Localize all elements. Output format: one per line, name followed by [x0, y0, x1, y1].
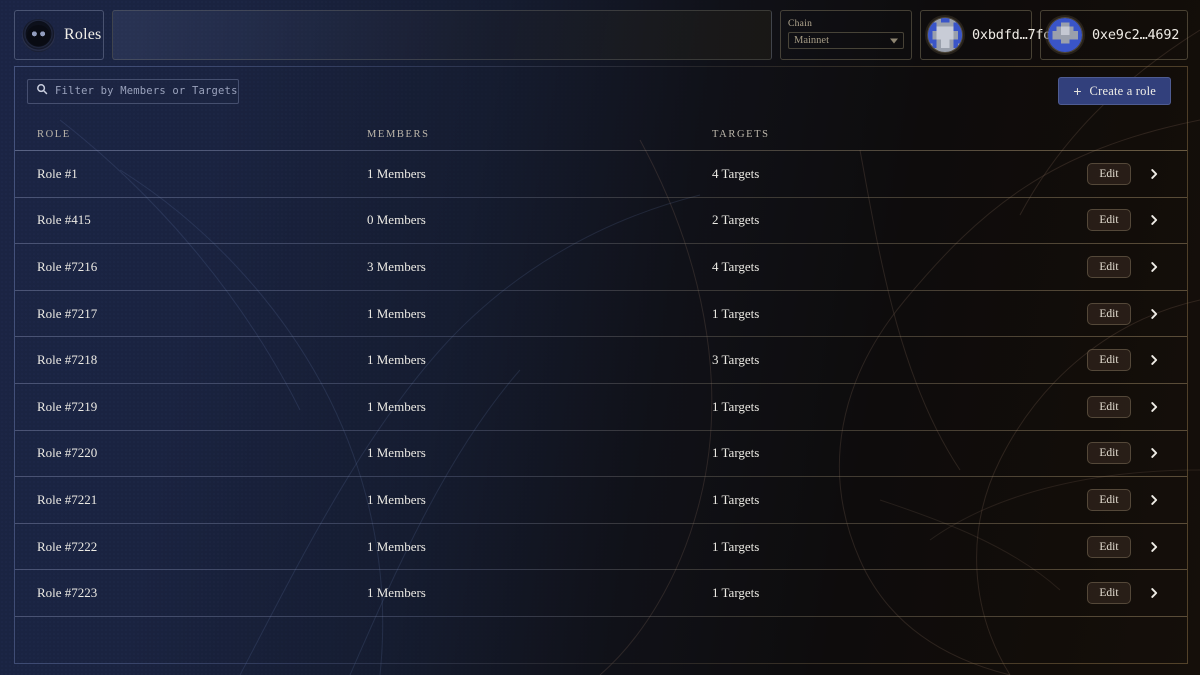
chevron-right-icon[interactable] [1147, 167, 1161, 181]
cell-role-name: Role #7221 [37, 491, 98, 507]
filter-input[interactable]: Filter by Members or Targets [27, 78, 239, 104]
cell-targets-count: 1 Targets [712, 538, 760, 554]
cell-role-name: Role #415 [37, 212, 91, 228]
chevron-right-icon[interactable] [1147, 540, 1161, 554]
cell-members-count: 1 Members [367, 491, 426, 507]
column-header-members: MEMBERS [367, 128, 430, 140]
cell-targets-count: 1 Targets [712, 445, 760, 461]
chevron-right-icon[interactable] [1147, 493, 1161, 507]
top-bar: Roles Chain Mainnet 0xbdfd…7fdc 0xe9c2…4… [14, 10, 1188, 60]
chevron-right-icon[interactable] [1147, 213, 1161, 227]
chevron-right-icon[interactable] [1147, 260, 1161, 274]
cell-targets-count: 1 Targets [712, 398, 760, 414]
roles-panel: Filter by Members or Targets + Create a … [14, 66, 1188, 664]
panel-toolbar: Filter by Members or Targets + Create a … [15, 67, 1187, 115]
table-row[interactable]: Role #7218 1 Members 3 Targets Edit [15, 337, 1187, 384]
brand-label: Roles [64, 26, 102, 43]
cell-members-count: 1 Members [367, 398, 426, 414]
table-header-row: ROLE MEMBERS TARGETS [15, 115, 1187, 151]
edit-button[interactable]: Edit [1087, 582, 1131, 605]
cell-role-name: Role #7220 [37, 445, 98, 461]
blockie-avatar-icon [928, 18, 962, 52]
chain-selector[interactable]: Chain Mainnet [780, 10, 912, 60]
cell-members-count: 1 Members [367, 445, 426, 461]
table-row[interactable]: Role #7217 1 Members 1 Targets Edit [15, 290, 1187, 338]
table-row[interactable]: Role #415 0 Members 2 Targets Edit [15, 197, 1187, 245]
cell-targets-count: 2 Targets [712, 212, 760, 228]
cell-targets-count: 1 Targets [712, 305, 760, 321]
cell-members-count: 3 Members [367, 258, 426, 274]
cell-targets-count: 4 Targets [712, 165, 760, 181]
chain-select-value: Mainnet [794, 35, 829, 47]
omnibar-input[interactable] [112, 10, 772, 60]
edit-button[interactable]: Edit [1087, 302, 1131, 325]
chevron-right-icon[interactable] [1147, 586, 1161, 600]
cell-role-name: Role #1 [37, 165, 78, 181]
create-role-label: Create a role [1089, 83, 1156, 98]
edit-button[interactable]: Edit [1087, 162, 1131, 185]
cell-targets-count: 1 Targets [712, 491, 760, 507]
table-row[interactable]: Role #7223 1 Members 1 Targets Edit [15, 570, 1187, 617]
cell-role-name: Role #7218 [37, 352, 98, 368]
chain-select[interactable]: Mainnet [788, 32, 904, 50]
edit-button[interactable]: Edit [1087, 442, 1131, 465]
plus-icon: + [1073, 83, 1082, 99]
table-row[interactable]: Role #1 1 Members 4 Targets Edit [15, 151, 1187, 198]
cell-targets-count: 4 Targets [712, 258, 760, 274]
cell-members-count: 1 Members [367, 352, 426, 368]
table-row[interactable]: Role #7222 1 Members 1 Targets Edit [15, 523, 1187, 571]
column-header-role: ROLE [37, 128, 71, 140]
edit-button[interactable]: Edit [1087, 535, 1131, 558]
cell-role-name: Role #7217 [37, 305, 98, 321]
chevron-right-icon[interactable] [1147, 446, 1161, 460]
cell-role-name: Role #7222 [37, 538, 98, 554]
wallet-chip-safe[interactable]: 0xbdfd…7fdc [920, 10, 1059, 60]
cell-targets-count: 3 Targets [712, 352, 760, 368]
cell-members-count: 1 Members [367, 305, 426, 321]
edit-button[interactable]: Edit [1087, 209, 1131, 232]
column-header-targets: TARGETS [712, 128, 770, 140]
table-row[interactable]: Role #7220 1 Members 1 Targets Edit [15, 430, 1187, 478]
roles-table: ROLE MEMBERS TARGETS Role #1 1 Members 4… [15, 115, 1187, 617]
wallet-chip-connected[interactable]: 0xe9c2…4692 [1040, 10, 1188, 60]
edit-button[interactable]: Edit [1087, 395, 1131, 418]
create-role-button[interactable]: + Create a role [1058, 77, 1171, 105]
table-row[interactable]: Role #7219 1 Members 1 Targets Edit [15, 383, 1187, 431]
chevron-right-icon[interactable] [1147, 400, 1161, 414]
table-body: Role #1 1 Members 4 Targets Edit Role #4… [15, 151, 1187, 617]
roles-logo-icon [22, 18, 55, 52]
cell-members-count: 0 Members [367, 212, 426, 228]
table-row[interactable]: Role #7216 3 Members 4 Targets Edit [15, 244, 1187, 291]
cell-role-name: Role #7223 [37, 585, 98, 601]
edit-button[interactable]: Edit [1087, 255, 1131, 278]
cell-members-count: 1 Members [367, 165, 426, 181]
chain-label: Chain [788, 18, 813, 29]
brand-button[interactable]: Roles [14, 10, 104, 60]
blockie-avatar-icon [1048, 18, 1082, 52]
chevron-right-icon[interactable] [1147, 307, 1161, 321]
cell-role-name: Role #7219 [37, 398, 98, 414]
edit-button[interactable]: Edit [1087, 488, 1131, 511]
search-icon [36, 82, 48, 100]
cell-role-name: Role #7216 [37, 258, 98, 274]
edit-button[interactable]: Edit [1087, 349, 1131, 372]
filter-placeholder: Filter by Members or Targets [55, 85, 238, 97]
cell-members-count: 1 Members [367, 585, 426, 601]
cell-targets-count: 1 Targets [712, 585, 760, 601]
wallet-address: 0xe9c2…4692 [1092, 27, 1180, 43]
cell-members-count: 1 Members [367, 538, 426, 554]
table-row[interactable]: Role #7221 1 Members 1 Targets Edit [15, 477, 1187, 524]
chevron-right-icon[interactable] [1147, 353, 1161, 367]
chevron-down-icon [890, 38, 898, 44]
